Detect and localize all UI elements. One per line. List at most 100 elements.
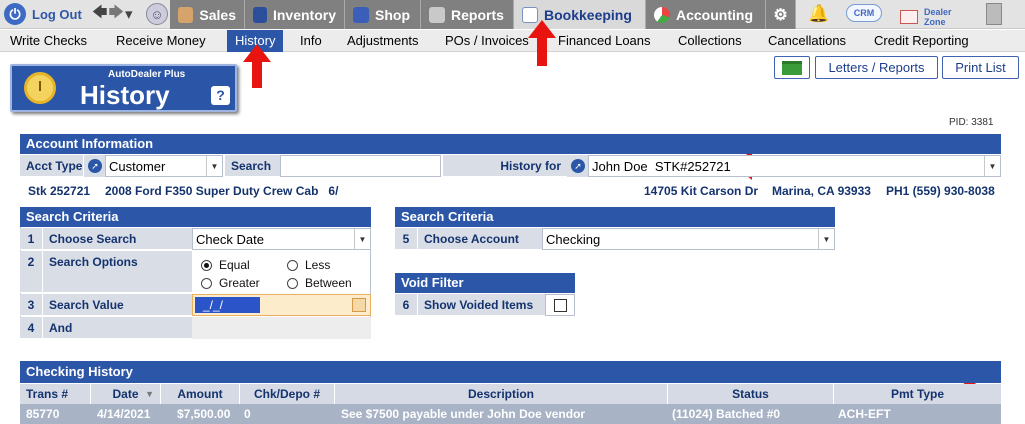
- chevron-down-icon: ▼: [818, 229, 834, 249]
- radio-equal[interactable]: Equal: [201, 258, 250, 272]
- customer-city: Marina, CA 93933: [772, 184, 871, 198]
- radio-selected-icon: [201, 259, 212, 271]
- tab-inventory[interactable]: Inventory: [245, 0, 345, 29]
- back-arrow-icon[interactable]: 🡄: [92, 2, 109, 27]
- choose-search-label: Choose Search: [43, 228, 192, 250]
- history-for-label: History for: [443, 155, 567, 177]
- help-button[interactable]: ?: [211, 86, 230, 105]
- history-for-select[interactable]: John Doe STK#252721 ▼: [588, 155, 1001, 177]
- row-number: 2: [20, 251, 43, 293]
- row-number: 6: [395, 294, 418, 316]
- show-voided-items-label: Show Voided Items: [418, 294, 545, 316]
- submenu-receive-money[interactable]: Receive Money: [114, 30, 208, 52]
- print-list-button[interactable]: Print List: [942, 56, 1019, 79]
- radio-greater[interactable]: Greater: [201, 276, 260, 290]
- cell-amount: $7,500.00: [171, 404, 231, 424]
- column-header-chk-depo[interactable]: Chk/Depo #: [240, 384, 335, 404]
- row-number: 5: [395, 228, 418, 250]
- customer-address: 14705 Kit Carson Dr: [644, 184, 759, 198]
- history-page-banner: AutoDealer Plus History ?: [10, 64, 237, 112]
- radio-icon: [287, 259, 298, 271]
- search-value-label: Search Value: [43, 294, 192, 316]
- radio-icon: [287, 277, 298, 289]
- acct-type-lookup-icon[interactable]: ➚: [84, 155, 106, 177]
- choose-account-label: Choose Account: [418, 228, 542, 250]
- submenu-financed-loans[interactable]: Financed Loans: [556, 30, 653, 52]
- column-header-status[interactable]: Status: [668, 384, 834, 404]
- radio-icon: [201, 277, 212, 289]
- cell-chk-depo: 0: [238, 404, 251, 424]
- search-input[interactable]: [280, 155, 441, 177]
- dealer-zone-icon: [900, 10, 918, 24]
- pie-chart-icon: [654, 6, 670, 23]
- search-criteria-header: Search Criteria: [20, 207, 371, 227]
- search-label: Search: [225, 155, 280, 177]
- acct-type-select[interactable]: Customer ▼: [105, 155, 223, 177]
- crm-button[interactable]: CRM: [846, 4, 882, 22]
- row-number: 4: [20, 317, 43, 339]
- report-icon: [429, 6, 445, 23]
- calculator-icon[interactable]: [986, 3, 1002, 25]
- tab-accounting[interactable]: Accounting: [646, 0, 766, 29]
- forward-arrow-icon[interactable]: 🡆: [109, 2, 126, 27]
- logout-label: Log Out: [32, 6, 82, 22]
- void-filter-header: Void Filter: [395, 273, 575, 293]
- clock-icon: [24, 72, 56, 104]
- radio-less[interactable]: Less: [287, 258, 330, 272]
- customer-phone: PH1 (559) 930-8038: [886, 184, 995, 198]
- column-header-description[interactable]: Description: [335, 384, 668, 404]
- settings-gear-icon[interactable]: ⚙: [766, 0, 796, 29]
- folder-icon: [782, 60, 802, 75]
- chevron-down-icon: ▼: [984, 156, 1000, 176]
- radio-between[interactable]: Between: [287, 276, 352, 290]
- submenu-write-checks[interactable]: Write Checks: [8, 30, 89, 52]
- letters-reports-button[interactable]: Letters / Reports: [815, 56, 938, 79]
- submenu-credit-reporting[interactable]: Credit Reporting: [872, 30, 971, 52]
- row-number: 3: [20, 294, 43, 316]
- checking-history-header: Checking History: [20, 361, 1001, 383]
- and-value-input[interactable]: [192, 317, 371, 339]
- choose-search-select[interactable]: Check Date ▼: [192, 228, 371, 250]
- search-options-label: Search Options: [43, 251, 192, 293]
- dealer-zone-button[interactable]: Dealer Zone: [900, 3, 970, 31]
- page-title: History: [80, 80, 170, 110]
- submenu-cancellations[interactable]: Cancellations: [766, 30, 848, 52]
- cell-pmt-type: ACH-EFT: [832, 404, 891, 424]
- choose-account-select[interactable]: Checking ▼: [542, 228, 835, 250]
- history-for-lookup-icon[interactable]: ➚: [567, 155, 589, 177]
- salesperson-icon: [178, 6, 194, 23]
- tab-sales[interactable]: Sales: [170, 0, 245, 29]
- account-information-header: Account Information: [20, 134, 1001, 154]
- acct-type-label: Acct Type: [20, 155, 83, 177]
- column-header-trans[interactable]: Trans #: [20, 384, 91, 404]
- calendar-icon[interactable]: [352, 298, 366, 312]
- chevron-down-icon: ▼: [354, 229, 370, 249]
- logout-button[interactable]: ⏻ Log Out: [4, 0, 82, 28]
- submenu-pos-invoices[interactable]: POs / Invoices: [443, 30, 531, 52]
- pid-label: PID: 3381: [949, 117, 994, 128]
- user-avatar-icon[interactable]: ☺: [146, 3, 168, 25]
- annotation-arrow-up-history: [243, 44, 271, 88]
- cell-status: (11024) Batched #0: [666, 404, 781, 424]
- column-header-date[interactable]: Date ▼: [91, 384, 161, 404]
- and-label: And: [43, 317, 192, 339]
- column-header-pmt-type[interactable]: Pmt Type: [834, 384, 1001, 404]
- bell-icon[interactable]: 🔔: [808, 4, 830, 24]
- row-number: 1: [20, 228, 43, 250]
- submenu-collections[interactable]: Collections: [676, 30, 744, 52]
- show-voided-cell: [545, 294, 575, 316]
- show-voided-checkbox[interactable]: [554, 299, 567, 312]
- chevron-down-icon: ▼: [206, 156, 222, 176]
- submenu-info[interactable]: Info: [298, 30, 324, 52]
- car-icon: [253, 6, 267, 23]
- chevron-down-icon[interactable]: ▾: [125, 5, 134, 23]
- bookkeeping-submenu: Write Checks Receive Money History Info …: [0, 30, 1025, 52]
- submenu-adjustments[interactable]: Adjustments: [345, 30, 421, 52]
- vehicle-description: 2008 Ford F350 Super Duty Crew Cab 6/: [105, 184, 339, 198]
- tab-shop[interactable]: Shop: [345, 0, 421, 29]
- history-navigation: 🡄 🡆 ▾: [92, 0, 134, 28]
- search-value-date-input[interactable]: _/_/: [192, 294, 371, 316]
- export-folder-button[interactable]: [774, 56, 810, 79]
- column-header-amount[interactable]: Amount: [161, 384, 240, 404]
- tab-reports[interactable]: Reports: [421, 0, 514, 29]
